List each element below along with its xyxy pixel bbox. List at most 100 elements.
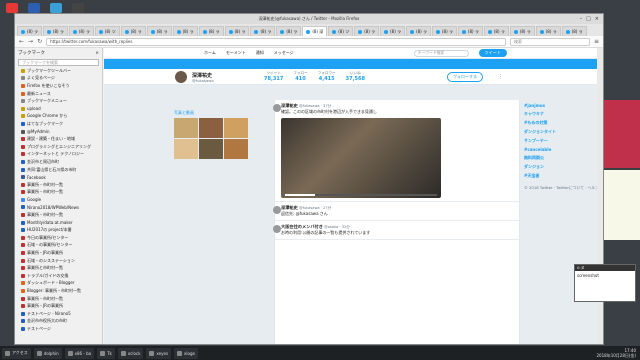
bookmark-item[interactable]: Monthly/data:at.maker [15, 219, 102, 227]
bookmark-item[interactable]: 事業所・市町村一覧 [15, 181, 102, 189]
bookmark-item[interactable]: 事業所・市町村一覧 [15, 295, 102, 303]
app-icon[interactable] [28, 3, 40, 13]
bookmark-item[interactable]: ダッシュボード・Blogger [15, 280, 102, 288]
menu-icon[interactable]: ≡ [594, 38, 599, 45]
trend-item[interactable]: キャウキナ [524, 111, 603, 117]
app-icon[interactable] [50, 3, 62, 13]
taskbar-item[interactable]: xlogo [174, 347, 198, 359]
browser-tab[interactable]: (8) ラ [457, 26, 483, 36]
bookmark-item[interactable]: 今日の事業所/センター [15, 234, 102, 242]
photos-heading[interactable]: 写真と動画 [174, 110, 254, 116]
browser-tab[interactable]: (8) ラ [146, 26, 172, 36]
browser-tab[interactable]: (8) ラ [172, 26, 198, 36]
trend-item[interactable]: ダンジョンタイト [524, 129, 603, 135]
taskbar-item[interactable]: xclock [117, 347, 144, 359]
browser-tab[interactable]: (8) ツ [94, 26, 120, 36]
footer-links[interactable]: © 2018 Twitter · Twitterについて · ヘルプセンター [524, 185, 603, 191]
bookmark-item[interactable]: トラブル/ガイドの交換 [15, 272, 102, 280]
tweet-user[interactable]: 深澤祐史 [281, 205, 298, 210]
bookmark-item[interactable]: upload [15, 105, 102, 113]
close-icon[interactable]: × [595, 16, 599, 22]
avatar[interactable] [273, 104, 281, 112]
tweet-user[interactable]: 深澤祐史 [281, 103, 298, 108]
bookmark-item[interactable]: ブックマークメニュー [15, 97, 102, 105]
video-player[interactable] [281, 118, 441, 198]
close-icon[interactable]: × [95, 51, 99, 56]
follow-button[interactable]: フォローする [447, 72, 483, 82]
nav-messages[interactable]: メッセージ [274, 50, 294, 56]
bookmark-item[interactable]: 事業所と市町村一覧 [15, 264, 102, 272]
photo-thumb[interactable] [224, 118, 248, 138]
profile-stat[interactable]: いいね 37,568 [346, 71, 365, 82]
terminal-window[interactable]: 0:ヌ screenshot [574, 264, 636, 302]
browser-tab[interactable]: (8) ラ [483, 26, 509, 36]
clock[interactable]: 17:40 2018年10月28日(金) [597, 348, 640, 358]
browser-tab[interactable]: (8) ラ [68, 26, 94, 36]
bookmark-item[interactable]: 建設・建築・住まい・地域 [15, 135, 102, 143]
profile-stat[interactable]: フォロワー 4,415 [318, 71, 336, 82]
browser-tab[interactable]: (8) ラ [120, 26, 146, 36]
browser-tab[interactable]: (8) ラ [354, 26, 380, 36]
trend-item[interactable]: #もめの対策 [524, 120, 603, 126]
browser-tab[interactable]: (8) ラ [535, 26, 561, 36]
browser-tab[interactable]: (8) ラ [42, 26, 68, 36]
bookmark-item[interactable]: 共同:富山県と石川県の市町 [15, 166, 102, 174]
bookmark-item[interactable]: Facebook [15, 173, 102, 181]
bookmark-item[interactable]: Google [15, 196, 102, 204]
back-icon[interactable]: ← [19, 38, 24, 45]
taskbar-item[interactable]: Tk [97, 347, 115, 359]
bookmark-item[interactable]: 事業所・市町村一覧 [15, 189, 102, 197]
tweet[interactable]: 大阪在住のメンバ付き @osaka · 32分 お時の利用:公開の記事の一覧も提… [273, 221, 519, 240]
bookmark-item[interactable]: HU2017の project/本番 [15, 226, 102, 234]
taskbar-item[interactable]: x86 - ba [64, 347, 95, 359]
trend-item[interactable]: ダンジョン [524, 164, 603, 170]
bookmark-item[interactable]: Firefox を使いこなそう [15, 82, 102, 90]
taskbar-item[interactable]: xeyes [146, 347, 172, 359]
profile-stat[interactable]: ツイート 78,317 [264, 71, 283, 82]
reload-icon[interactable]: ↻ [37, 38, 42, 45]
maximize-icon[interactable]: □ [586, 16, 591, 22]
avatar[interactable] [273, 225, 281, 233]
browser-tab[interactable]: (8) ラ [224, 26, 250, 36]
taskbar-item[interactable]: dolphin [33, 347, 62, 359]
bookmark-item[interactable]: Nirano2018/WPWeb/News [15, 204, 102, 212]
trend-item[interactable]: #cancelable [524, 147, 603, 152]
browser-tab[interactable]: (8) 深 [302, 26, 328, 36]
tweet-button[interactable]: ツイート [478, 49, 507, 57]
bookmark-item[interactable]: インターネットと テクノロジー [15, 151, 102, 159]
photo-thumb[interactable] [199, 118, 223, 138]
bookmark-item[interactable]: @MyAdmin [15, 128, 102, 136]
browser-tab[interactable]: (8) ラ [17, 26, 42, 36]
bookmark-item[interactable]: 事業所・JRの事業所 [15, 302, 102, 310]
app-icon[interactable] [72, 3, 84, 13]
video-progress[interactable] [285, 194, 316, 196]
forward-icon[interactable]: → [28, 38, 33, 45]
bookmark-item[interactable]: テストページ - Nirano5 [15, 310, 102, 318]
search-input[interactable]: 検索 [509, 37, 590, 46]
browser-tab[interactable]: (8) ツ [328, 26, 354, 36]
photo-thumb[interactable] [224, 139, 248, 159]
app-icon[interactable] [6, 3, 18, 13]
nav-moments[interactable]: モーメント [226, 50, 246, 56]
minimize-icon[interactable]: – [580, 16, 583, 22]
bookmark-item[interactable]: Blogger: 事業所・市町村一覧 [15, 287, 102, 295]
url-bar[interactable]: https://twitter.com/fukasawa/with_replie… [46, 37, 506, 46]
tweet-user[interactable]: 大阪在住のメンバ付き [281, 224, 323, 229]
browser-tab[interactable]: (8) ラ [406, 26, 431, 36]
browser-tab[interactable]: (8) ラ [276, 26, 302, 36]
bookmark-item[interactable]: はてなブックマーク [15, 120, 102, 128]
bookmark-item[interactable]: 石域・のシスステーション [15, 257, 102, 265]
nav-home[interactable]: ホーム [204, 50, 216, 56]
avatar[interactable] [273, 206, 281, 214]
photo-thumb[interactable] [174, 118, 198, 138]
twitter-search-input[interactable]: キーワード検索 [413, 49, 469, 57]
more-icon[interactable]: ⋮ [498, 74, 503, 80]
browser-tab[interactable]: (8) ラ [198, 26, 224, 36]
background-window[interactable] [604, 100, 640, 168]
bookmark-item[interactable]: 金沢市市役所大の市町 [15, 318, 102, 326]
bookmark-item[interactable]: ブックマークツールバー [15, 67, 102, 75]
tweet[interactable]: 深澤祐史 @fukasawa · 37分 確認。このの区域の市町村を港辺が入手で… [273, 100, 519, 202]
bookmark-item[interactable]: Google Chrome から [15, 113, 102, 121]
bookmark-item[interactable]: テストページ [15, 325, 102, 333]
bookmark-search-input[interactable]: ブックマークを検索 [18, 59, 99, 66]
